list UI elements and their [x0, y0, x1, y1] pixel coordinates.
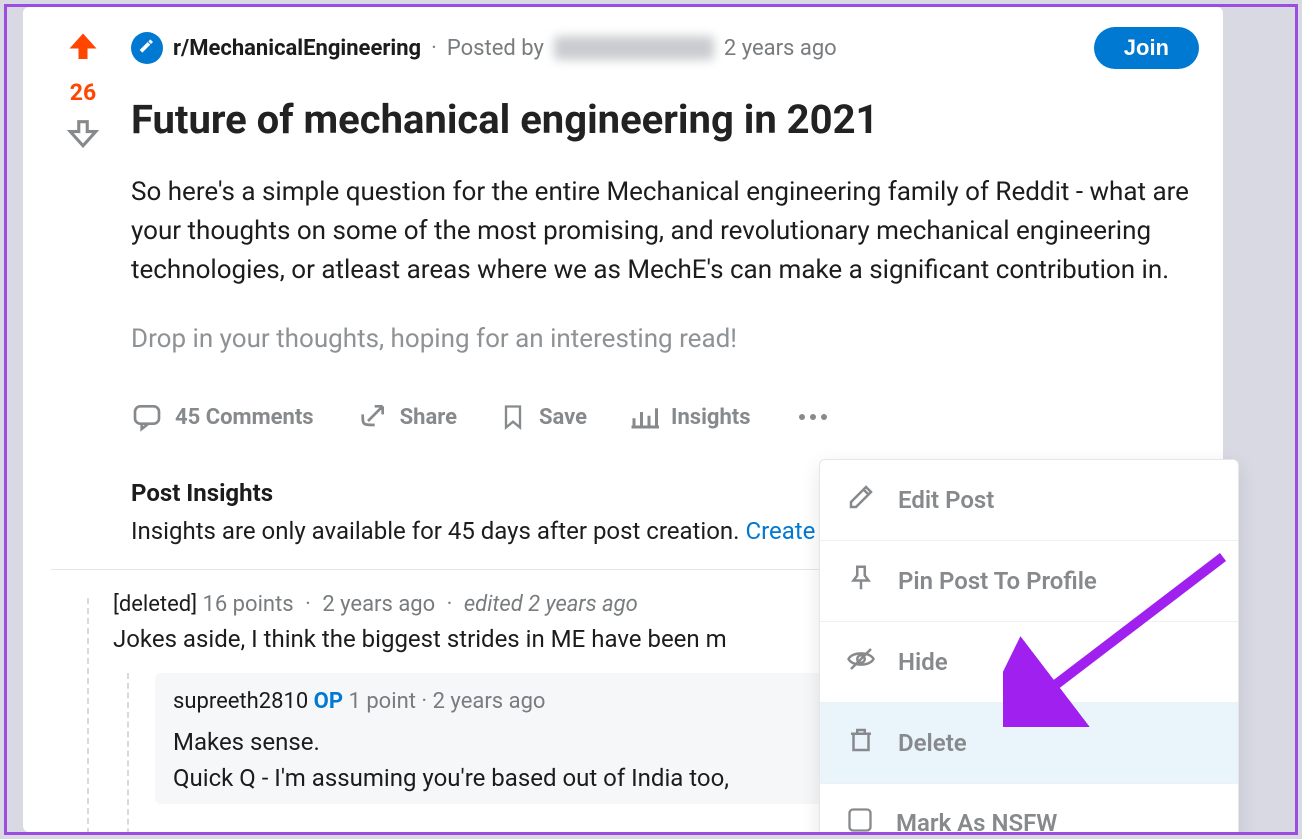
- menu-item-delete[interactable]: Delete: [820, 703, 1238, 784]
- more-options-menu: Edit Post Pin Post To Profile Hide Delet…: [819, 459, 1239, 835]
- post-meta: r/MechanicalEngineering · Posted by 2 ye…: [131, 27, 1199, 69]
- thread-line: [127, 673, 129, 835]
- post-body-paragraph: So here's a simple question for the enti…: [131, 173, 1199, 290]
- vote-score: 26: [70, 79, 96, 106]
- comment-points: 1 point: [349, 689, 416, 714]
- menu-item-label: Edit Post: [898, 486, 994, 514]
- save-label: Save: [539, 405, 587, 430]
- subreddit-link[interactable]: r/MechanicalEngineering: [173, 36, 421, 61]
- comment-points: 16 points: [203, 592, 294, 617]
- comment-edited: edited 2 years ago: [464, 592, 638, 617]
- thread-line: [87, 598, 89, 835]
- share-button[interactable]: Share: [356, 401, 457, 433]
- share-label: Share: [400, 405, 457, 430]
- subreddit-icon[interactable]: [131, 32, 163, 64]
- insights-create-link[interactable]: Create: [745, 517, 815, 545]
- separator-dot: ·: [431, 36, 437, 61]
- comment-author[interactable]: [deleted]: [113, 592, 197, 617]
- menu-item-nsfw[interactable]: Mark As NSFW: [820, 784, 1238, 835]
- save-button[interactable]: Save: [499, 401, 587, 433]
- posted-by-label: Posted by: [447, 36, 544, 61]
- comment-author[interactable]: supreeth2810: [173, 689, 308, 714]
- comments-label: 45 Comments: [175, 405, 314, 430]
- menu-item-label: Pin Post To Profile: [898, 567, 1097, 595]
- author-username[interactable]: [554, 36, 714, 60]
- menu-item-edit[interactable]: Edit Post: [820, 460, 1238, 541]
- menu-item-label: Hide: [898, 648, 948, 676]
- join-button[interactable]: Join: [1094, 27, 1199, 69]
- menu-item-pin[interactable]: Pin Post To Profile: [820, 541, 1238, 622]
- comment-age: 2 years ago: [433, 689, 546, 714]
- insights-button[interactable]: Insights: [629, 402, 751, 432]
- trash-icon: [846, 725, 876, 761]
- pencil-icon: [846, 482, 876, 518]
- post-body-paragraph-faded: Drop in your thoughts, hoping for an int…: [131, 320, 1199, 359]
- more-options-button[interactable]: [793, 408, 833, 426]
- menu-item-label: Delete: [898, 729, 967, 757]
- menu-item-hide[interactable]: Hide: [820, 622, 1238, 703]
- downvote-icon[interactable]: [66, 116, 100, 154]
- post-age: 2 years ago: [724, 36, 837, 61]
- pin-icon: [846, 563, 876, 599]
- post-actions-bar: 45 Comments Share Save Insights: [131, 401, 1199, 433]
- menu-item-label: Mark As NSFW: [896, 809, 1057, 835]
- post-card: 26 r/MechanicalEngineering · Posted by 2…: [23, 7, 1223, 832]
- post-title: Future of mechanical engineering in 2021: [131, 95, 1199, 145]
- comments-button[interactable]: 45 Comments: [131, 401, 314, 433]
- eye-off-icon: [846, 644, 876, 680]
- checkbox-icon: [846, 806, 874, 835]
- op-badge: OP: [314, 689, 343, 714]
- comment-age: 2 years ago: [322, 592, 435, 617]
- upvote-icon[interactable]: [65, 29, 101, 69]
- vote-column: 26: [55, 29, 111, 154]
- insights-label: Insights: [671, 405, 751, 430]
